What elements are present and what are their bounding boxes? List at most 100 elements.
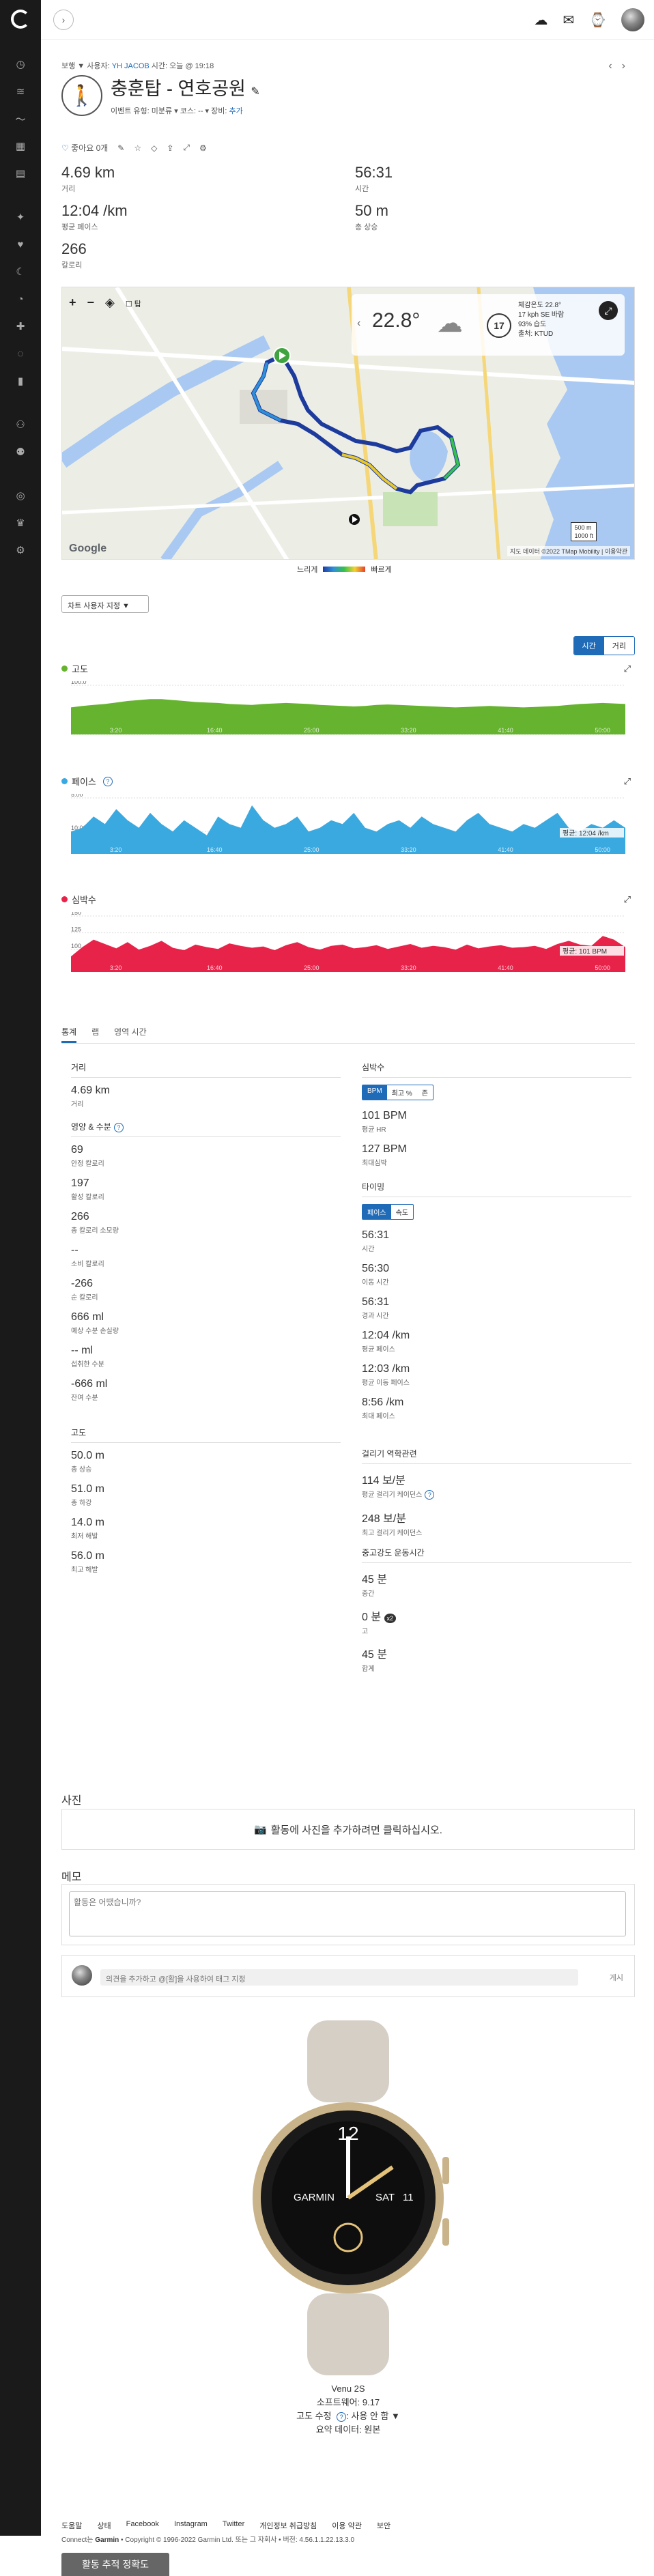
expand-chart-icon[interactable]: ⤢	[624, 776, 631, 787]
comment-input[interactable]: 의견을 추가하고 @[활]을 사용하여 태그 지정	[100, 1969, 578, 1986]
footer-link[interactable]: 도움말	[61, 2520, 82, 2531]
watch-icon[interactable]: ⌚	[589, 12, 606, 29]
pill-zone[interactable]: 존	[417, 1085, 433, 1100]
course-dropdown[interactable]: --	[198, 107, 203, 115]
activity-icon[interactable]: ✦	[14, 210, 27, 224]
copy-rest: • Copyright © 1996-2022 Garmin Ltd. 또는 그…	[119, 2536, 355, 2544]
toggle-distance[interactable]: 거리	[604, 637, 634, 655]
pencil-icon[interactable]: ✎	[117, 143, 124, 153]
event-type-dropdown[interactable]: 미분류	[152, 107, 172, 115]
badges-icon[interactable]: ◎	[14, 489, 27, 502]
fullscreen-icon[interactable]: ⤢	[599, 301, 618, 320]
toggle-time[interactable]: 시간	[573, 637, 604, 655]
gear-icon[interactable]: ⚙	[199, 143, 207, 153]
weather-temp: 22.8°	[372, 309, 421, 332]
expand-sidebar-button[interactable]: ›	[53, 10, 74, 30]
pill-max-percent[interactable]: 최고 %	[387, 1085, 417, 1100]
pill-bpm[interactable]: BPM	[362, 1085, 387, 1100]
dashboard-icon[interactable]: ◷	[14, 57, 27, 71]
post-button[interactable]: 게시	[610, 1972, 623, 1983]
wave-icon[interactable]: 〜	[14, 112, 27, 126]
expand-chart-icon[interactable]: ⤢	[624, 894, 631, 905]
sidebar: ◷ ≋ 〜 ▦ ▤ ✦ ♥ ☾ ◔ ✚ ◌ ▮ ⚇ ⚉ ◎ ♛ ⚙	[0, 0, 41, 2536]
settings-icon[interactable]: ⚙	[14, 543, 27, 557]
speed-legend: 느리게 빠르게	[297, 564, 392, 575]
add-photo-area[interactable]: 📷 활동에 사진을 추가하려면 클릭하십시오.	[61, 1809, 635, 1850]
footer-link[interactable]: 개인정보 취급방침	[259, 2520, 317, 2531]
next-arrow-icon[interactable]: ›	[622, 60, 635, 72]
stopwatch-icon[interactable]: ◔	[14, 292, 27, 306]
help-icon[interactable]: ?	[102, 776, 113, 786]
trophy-icon[interactable]: ♛	[14, 516, 27, 530]
layer-checkbox[interactable]: ☐ 탑	[126, 296, 141, 310]
garmin-logo[interactable]	[11, 10, 30, 29]
connections-icon[interactable]: ⚉	[14, 445, 27, 459]
layers-toggle-icon[interactable]: ◈	[105, 296, 115, 310]
chart-title: 심박수	[72, 895, 96, 905]
tab-zone-time[interactable]: 영역 시간	[114, 1022, 147, 1043]
zoom-out-icon[interactable]: −	[87, 296, 95, 310]
x-tick-label: 16:40	[207, 964, 223, 971]
weather-widget: ‹ 22.8° ☁ 17 체감온도 22.8° 17 kph SE 바람 93%…	[352, 294, 625, 356]
inbox-icon[interactable]: ✉	[563, 12, 574, 29]
activity-nav[interactable]: ‹›	[608, 60, 635, 72]
activity-type-dropdown[interactable]: 보행 ▼ 사용자:	[61, 62, 112, 70]
groups-icon[interactable]: ⚇	[14, 418, 27, 431]
stat-label: 잔여 수분	[71, 1394, 98, 1402]
terms-link[interactable]: 이용약관	[605, 548, 627, 555]
stat-label: 중간	[362, 1590, 375, 1598]
heart-outline-icon[interactable]: ♡	[61, 143, 69, 153]
user-link[interactable]: YH JACOB	[112, 62, 150, 70]
heart-icon[interactable]: ♥	[14, 238, 27, 251]
stat-item: 56:31 경과 시간	[362, 1296, 631, 1320]
elevation-correction-dropdown[interactable]: : 사용 안 함 ▼	[346, 2411, 400, 2421]
pill-pace[interactable]: 페이스	[362, 1205, 391, 1219]
chart-svg[interactable]: 150 125 100 3:20 16:40 25:00 33:20 41:40 50:00 평균…	[61, 912, 635, 983]
footer-link[interactable]: Facebook	[126, 2520, 159, 2531]
hr-unit-toggle: BPM 최고 % 존	[362, 1085, 433, 1100]
pill-speed[interactable]: 속도	[391, 1205, 413, 1219]
bulb-icon[interactable]: ◌	[14, 347, 27, 360]
notes-input[interactable]	[69, 1891, 626, 1936]
prev-arrow-icon[interactable]: ‹	[608, 60, 621, 72]
feedback-button[interactable]: 활동 추적 정확도	[61, 2553, 169, 2576]
right-stats: 심박수 BPM 최고 % 존 101 BPM 평균 HR 127 BPM 최대심박 타이밍…	[362, 1061, 631, 1683]
device-software: 소프트웨어: 9.17	[316, 2397, 380, 2407]
add-gear-link[interactable]: 추가	[229, 107, 242, 115]
calendar-icon[interactable]: ▦	[14, 139, 27, 153]
zoom-in-icon[interactable]: +	[69, 296, 76, 310]
help-icon[interactable]: ?	[337, 2412, 347, 2422]
sleep-icon[interactable]: ☾	[14, 265, 27, 278]
cloud-upload-icon[interactable]: ☁	[534, 12, 548, 29]
help-icon[interactable]: ?	[113, 1123, 124, 1132]
health-icon[interactable]: ✚	[14, 319, 27, 333]
layers-icon[interactable]: ≋	[14, 85, 27, 98]
weather-chevron-icon[interactable]: ‹	[357, 317, 360, 330]
star-icon[interactable]: ☆	[134, 143, 141, 153]
activity-title[interactable]: 충훈탑 - 연호공원 ✎	[111, 74, 260, 100]
insights-icon[interactable]: ▮	[14, 374, 27, 388]
edit-pencil-icon[interactable]: ✎	[251, 86, 259, 98]
likes-count[interactable]: 좋아요 0개	[71, 143, 108, 153]
report-icon[interactable]: ▤	[14, 167, 27, 180]
user-avatar[interactable]	[621, 8, 644, 31]
stat-item: 56:31 시간	[362, 1229, 631, 1253]
expand-chart-icon[interactable]: ⤢	[624, 663, 631, 674]
footer-link[interactable]: Twitter	[223, 2520, 244, 2531]
help-icon[interactable]: ?	[425, 1490, 435, 1500]
tab-stats[interactable]: 통계	[61, 1022, 77, 1043]
footer-link[interactable]: 상태	[97, 2520, 111, 2531]
footer-link[interactable]: 보안	[377, 2520, 390, 2531]
tab-laps[interactable]: 랩	[91, 1022, 99, 1043]
footer-link[interactable]: Instagram	[174, 2520, 208, 2531]
route-map[interactable]: + − ◈ ☐ 탑 ‹ 22.8° ☁ 17 체감온도 22.8° 17 kph…	[61, 287, 635, 560]
chart-svg[interactable]: 100.00.03:2016:4025:0033:2041:4050:00	[61, 681, 635, 745]
expand-icon[interactable]: ⤢	[183, 143, 190, 153]
device-info: Venu 2S 소프트웨어: 9.17 고도 수정 ?: 사용 안 함 ▼ 요약…	[61, 2382, 635, 2437]
tag-icon[interactable]: ◇	[151, 143, 157, 153]
share-icon[interactable]: ⇪	[167, 143, 173, 153]
chart-svg[interactable]: 5:0010:003:20 16:40 25:00 33:20 41:40 50:00평균…	[61, 794, 635, 865]
footer-link[interactable]: 이용 약관	[332, 2520, 362, 2531]
chart-customize-dropdown[interactable]: 차트 사용자 지정 ▼	[61, 595, 149, 613]
stat-item: 14.0 m 최저 해발	[71, 1517, 341, 1541]
